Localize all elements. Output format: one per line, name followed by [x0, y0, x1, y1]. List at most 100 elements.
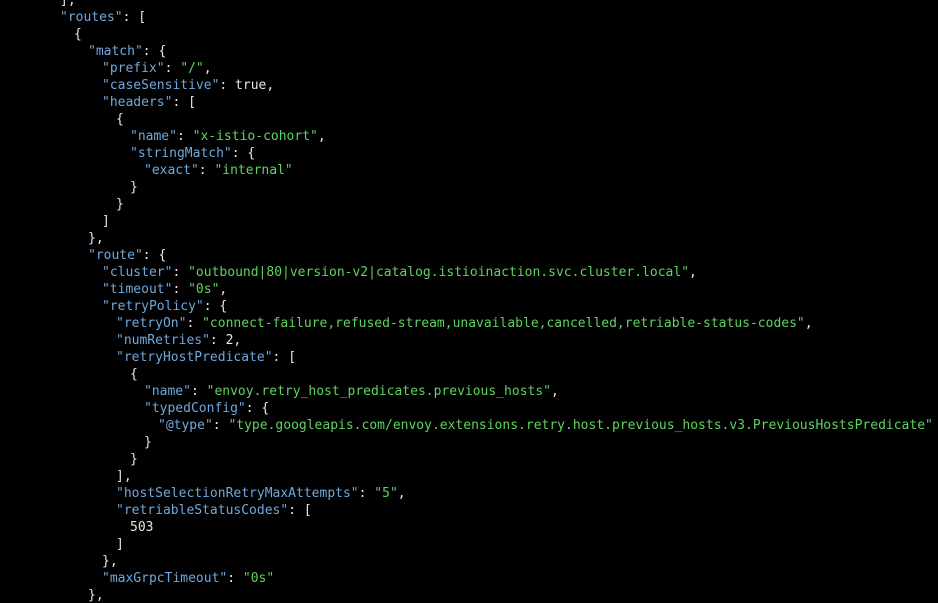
json-punctuation: {	[130, 367, 138, 382]
code-line: "maxGrpcTimeout": "0s"	[102, 570, 274, 587]
json-key: "routes"	[60, 10, 123, 25]
json-punctuation: : [	[172, 95, 196, 110]
json-punctuation: : true,	[219, 78, 275, 93]
code-line: "@type": "type.googleapis.com/envoy.exte…	[158, 417, 933, 434]
json-key: "cluster"	[102, 265, 173, 280]
json-punctuation: ,	[397, 486, 406, 501]
json-punctuation: : {	[231, 146, 256, 161]
code-line: }	[130, 179, 138, 196]
json-punctuation: :	[176, 129, 193, 144]
json-string-value: "envoy.retry_host_predicates.previous_ho…	[206, 384, 551, 399]
json-punctuation: ],	[60, 0, 76, 8]
json-key: "@type"	[158, 418, 213, 433]
json-punctuation: :	[212, 418, 229, 433]
code-line: "retryHostPredicate": [	[116, 349, 296, 366]
json-punctuation: : {	[142, 44, 167, 59]
json-string-value: "5"	[374, 486, 398, 501]
code-line: {	[116, 111, 124, 128]
json-punctuation: :	[227, 571, 243, 586]
code-line: 503	[130, 519, 153, 536]
code-line: "cluster": "outbound|80|version-v2|catal…	[102, 264, 697, 281]
code-line: },	[88, 587, 104, 603]
json-key: "prefix"	[102, 61, 165, 76]
json-key: "caseSensitive"	[102, 78, 220, 93]
code-line: "name": "x-istio-cohort",	[130, 128, 326, 145]
json-punctuation: : {	[245, 401, 270, 416]
code-line: "routes": [	[60, 9, 146, 26]
json-key: "timeout"	[102, 282, 173, 297]
json-key: "match"	[88, 44, 143, 59]
code-line: "retriableStatusCodes": [	[116, 502, 312, 519]
json-punctuation: :	[190, 384, 207, 399]
json-string-value: "0s"	[242, 571, 275, 586]
code-line: "typedConfig": {	[144, 400, 269, 417]
json-key: "name"	[130, 129, 177, 144]
json-punctuation: ,	[804, 316, 813, 331]
json-punctuation: :	[198, 163, 215, 178]
json-punctuation: }	[130, 452, 138, 467]
json-punctuation: 503	[130, 520, 154, 535]
json-key: "stringMatch"	[130, 146, 232, 161]
json-punctuation: ,	[203, 61, 212, 76]
json-key: "retryOn"	[116, 316, 187, 331]
json-key: "name"	[144, 384, 191, 399]
code-line: "exact": "internal"	[144, 162, 293, 179]
code-line: "caseSensitive": true,	[102, 77, 274, 94]
json-punctuation: ],	[116, 469, 132, 484]
json-key: "retryPolicy"	[102, 299, 204, 314]
code-line: }	[130, 451, 138, 468]
json-punctuation: :	[164, 61, 181, 76]
json-punctuation: : 2,	[209, 333, 242, 348]
json-key: "exact"	[144, 163, 199, 178]
json-punctuation: ,	[551, 384, 559, 399]
json-punctuation: :	[358, 486, 375, 501]
json-punctuation: ,	[689, 265, 697, 280]
terminal-output: ], "routes": [{"match": {"prefix": "/", "c…	[0, 0, 938, 603]
json-punctuation: : [	[288, 503, 312, 518]
json-punctuation: },	[88, 231, 104, 246]
code-line: "prefix": "/",	[102, 60, 212, 77]
json-string-value: "x-istio-cohort"	[192, 129, 318, 144]
code-line: "name": "envoy.retry_host_predicates.pre…	[144, 383, 559, 400]
code-line: "stringMatch": {	[130, 145, 255, 162]
json-key: "headers"	[102, 95, 173, 110]
code-line: "match": {	[88, 43, 166, 60]
code-line: {	[130, 366, 138, 383]
code-line: "timeout": "0s",	[102, 281, 227, 298]
json-key: "hostSelectionRetryMaxAttempts"	[116, 486, 359, 501]
code-line: "retryPolicy": {	[102, 298, 227, 315]
json-key: "route"	[88, 248, 143, 263]
code-line: ],	[60, 0, 76, 9]
json-key: "typedConfig"	[144, 401, 246, 416]
json-string-value: "/"	[180, 61, 204, 76]
json-punctuation: :	[172, 282, 189, 297]
code-line: {	[74, 26, 82, 43]
code-line: "hostSelectionRetryMaxAttempts": "5",	[116, 485, 406, 502]
json-punctuation: }	[144, 435, 152, 450]
code-line: ]	[116, 536, 124, 553]
code-line: }	[116, 196, 124, 213]
json-string-value: "0s"	[188, 282, 220, 297]
json-key: "numRetries"	[116, 333, 210, 348]
json-string-value: "connect-failure,refused-stream,unavaila…	[202, 316, 805, 331]
json-punctuation: :	[186, 316, 203, 331]
json-key: "maxGrpcTimeout"	[102, 571, 228, 586]
code-line: },	[102, 553, 118, 570]
code-line: "headers": [	[102, 94, 196, 111]
json-punctuation: ,	[317, 129, 326, 144]
json-key: "retriableStatusCodes"	[116, 503, 289, 518]
json-punctuation: },	[102, 554, 118, 569]
json-string-value: "internal"	[214, 163, 293, 178]
code-line: },	[88, 230, 104, 247]
json-punctuation: ]	[102, 214, 110, 229]
json-key: "retryHostPredicate"	[116, 350, 273, 365]
json-punctuation: {	[116, 112, 124, 127]
json-punctuation: }	[130, 180, 138, 195]
json-punctuation: }	[116, 197, 124, 212]
code-line: ]	[102, 213, 110, 230]
json-punctuation: : {	[142, 248, 167, 263]
json-punctuation: },	[88, 588, 104, 603]
code-line: "retryOn": "connect-failure,refused-stre…	[116, 315, 813, 332]
json-punctuation: : {	[203, 299, 228, 314]
json-punctuation: ]	[116, 537, 124, 552]
